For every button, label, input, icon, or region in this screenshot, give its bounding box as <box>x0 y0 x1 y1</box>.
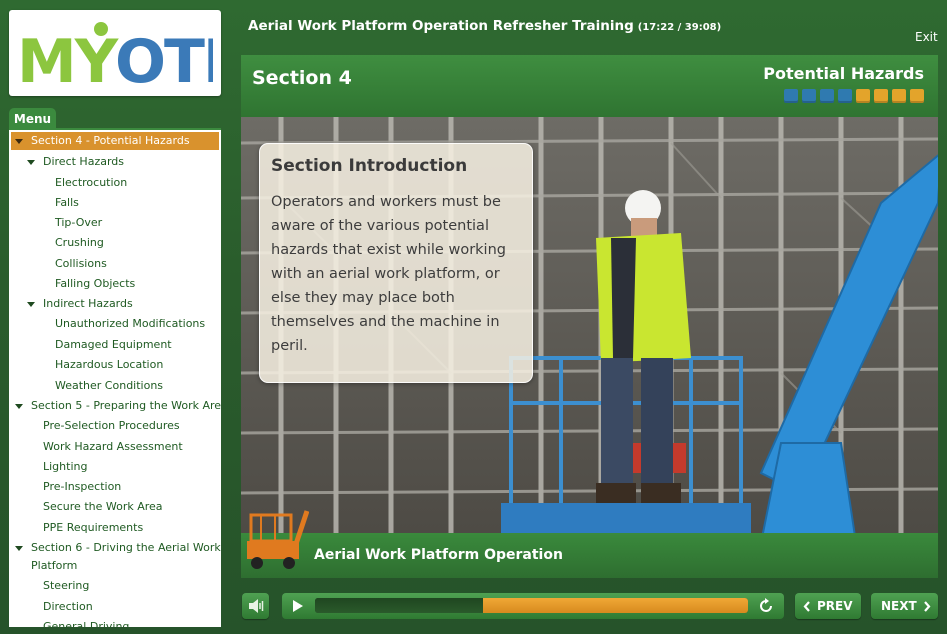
intro-title: Section Introduction <box>271 156 468 176</box>
menu-item-label: Section 6 - Driving the Aerial Work <box>31 541 221 554</box>
menu-item-label: Pre-Selection Procedures <box>43 419 180 432</box>
expand-triangle-icon[interactable] <box>15 139 23 144</box>
next-label: NEXT <box>881 599 917 613</box>
expand-triangle-icon[interactable] <box>27 302 35 307</box>
logo: MY OTF <box>9 10 221 96</box>
menu-item-label: Collisions <box>55 257 107 270</box>
menu-item-label: Crushing <box>55 236 104 249</box>
progress-square <box>874 89 888 103</box>
menu-item-label: Lighting <box>43 460 88 473</box>
menu-item-label: Direct Hazards <box>43 155 125 168</box>
prev-label: PREV <box>817 599 853 613</box>
seek-bar[interactable] <box>282 593 784 619</box>
menu-item-label: Electrocution <box>55 176 128 189</box>
mute-button[interactable] <box>242 593 269 619</box>
lift-thumbnail-icon <box>247 510 309 569</box>
app-window: MY OTF Menu Section 4 - Potential Hazard… <box>0 0 947 634</box>
chevron-right-icon <box>924 601 931 612</box>
menu-panel[interactable]: Section 4 - Potential Hazards Direct Haza… <box>9 128 221 627</box>
menu-item-label: Damaged Equipment <box>55 338 172 351</box>
progress-square <box>838 89 852 103</box>
menu-item-label: Work Hazard Assessment <box>43 440 183 453</box>
progress-square <box>856 89 870 103</box>
course-title: Aerial Work Platform Operation Refresher… <box>248 18 721 34</box>
course-title-text: Aerial Work Platform Operation Refresher… <box>248 18 634 34</box>
seek-played <box>315 598 483 613</box>
seek-remaining <box>483 598 748 613</box>
progress-square <box>784 89 798 103</box>
expand-triangle-icon[interactable] <box>15 546 23 551</box>
seek-track[interactable] <box>315 598 748 613</box>
menu-item-label: Indirect Hazards <box>43 297 133 310</box>
expand-triangle-icon[interactable] <box>15 404 23 409</box>
expand-triangle-icon[interactable] <box>27 160 35 165</box>
menu-item-label: Section 5 - Preparing the Work Area <box>31 399 221 412</box>
slide-footer: Aerial Work Platform Operation <box>241 510 938 578</box>
menu-item-label: Unauthorized Modifications <box>55 317 206 330</box>
time-readout: (17:22 / 39:08) <box>637 22 722 33</box>
progress-square <box>892 89 906 103</box>
speaker-icon <box>249 599 264 613</box>
progress-square <box>820 89 834 103</box>
menu-item-label: Falling Objects <box>55 277 136 290</box>
progress-square <box>802 89 816 103</box>
menu-item-label: Pre-Inspection <box>43 480 122 493</box>
prev-button[interactable]: PREV <box>795 593 861 619</box>
menu-item-label: Direction <box>43 600 93 613</box>
slide-header: Section 4 Potential Hazards <box>241 55 938 117</box>
svg-text:OTF: OTF <box>115 27 213 88</box>
myotf-logo-icon: MY OTF <box>17 22 213 88</box>
next-button[interactable]: NEXT <box>871 593 938 619</box>
slide-area: Section 4 Potential Hazards Section Intr… <box>241 55 938 578</box>
menu-item-label: Falls <box>55 196 79 209</box>
menu-item-label: Secure the Work Area <box>43 500 163 513</box>
play-icon[interactable] <box>292 600 304 612</box>
svg-text:MY: MY <box>17 27 120 88</box>
menu-item-label: General Driving <box>43 620 130 627</box>
menu-item-label: Weather Conditions <box>55 379 164 392</box>
section-label: Section 4 <box>252 67 352 89</box>
progress-square <box>910 89 924 103</box>
menu-item[interactable]: Section 4 - Potential Hazards <box>11 132 219 150</box>
menu-item-label: PPE Requirements <box>43 521 144 534</box>
intro-body: Operators and workers must be aware of t… <box>271 194 506 354</box>
menu-tab-label: Menu <box>13 112 52 126</box>
chevron-left-icon <box>803 601 810 612</box>
menu-item-label: Steering <box>43 579 90 592</box>
menu-item-label: Tip-Over <box>55 216 103 229</box>
exit-button[interactable]: Exit <box>915 30 938 44</box>
replay-icon[interactable] <box>758 598 774 614</box>
menu-tab[interactable]: Menu <box>9 108 56 130</box>
menu-item-label: Hazardous Location <box>55 358 164 371</box>
menu-item-label: Section 4 - Potential Hazards <box>31 134 190 147</box>
intro-card: Section Introduction Operators and worke… <box>259 143 533 383</box>
footer-title: Aerial Work Platform Operation <box>314 547 563 563</box>
section-topic: Potential Hazards <box>763 64 924 83</box>
menu-item-label: Platform <box>31 559 78 572</box>
section-progress <box>784 89 924 103</box>
